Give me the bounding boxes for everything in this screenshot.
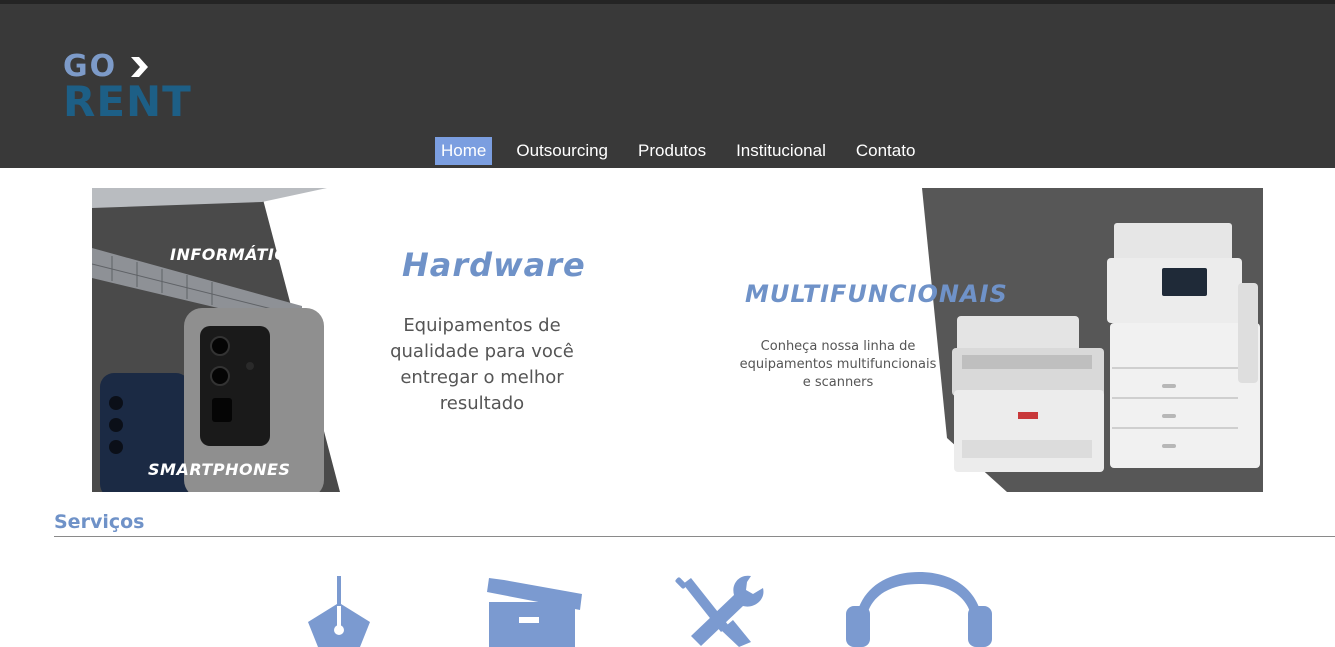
hardware-line-1: Equipamentos de xyxy=(403,315,561,336)
logo-text-rent: RENT xyxy=(63,77,192,126)
nav-item-contato[interactable]: Contato xyxy=(850,137,922,165)
phone-blue-lens-2 xyxy=(109,418,123,432)
section-divider xyxy=(54,536,1335,537)
hardware-line-3: entregar o melhor xyxy=(400,367,564,388)
nav-item-home[interactable]: Home xyxy=(435,137,493,165)
printer-large xyxy=(1107,223,1260,468)
gorent-logo[interactable]: GO RENT xyxy=(63,50,203,126)
nav-item-produtos[interactable]: Produtos xyxy=(632,137,712,165)
banner-title-hardware: Hardware xyxy=(402,246,586,284)
banner-title-multifuncionais: MULTIFUNCIONAIS xyxy=(745,280,1008,308)
tools-icon[interactable] xyxy=(669,570,769,647)
site-header: GO RENT Home Outsourcing Produtos Instit… xyxy=(0,0,1335,168)
banner-artwork xyxy=(92,188,1263,492)
flash xyxy=(246,362,254,370)
banner-label-informatica: INFORMÁTICA xyxy=(170,245,300,264)
nav-item-outsourcing[interactable]: Outsourcing xyxy=(510,137,614,165)
banner-body-hardware: Equipamentos de qualidade para você entr… xyxy=(372,313,592,417)
hero-banner[interactable]: INFORMÁTICA SMARTPHONES Hardware Equipam… xyxy=(92,188,1263,492)
lens-2 xyxy=(210,366,230,386)
lens-3 xyxy=(212,398,232,422)
multi-line-3: e scanners xyxy=(802,375,874,390)
hardware-line-4: resultado xyxy=(439,393,525,414)
main-nav: Home Outsourcing Produtos Institucional … xyxy=(435,137,921,165)
multi-line-2: equipamentos multifuncionais xyxy=(739,357,937,372)
section-title-servicos: Serviços xyxy=(54,511,145,533)
headset-icon[interactable] xyxy=(845,570,993,647)
nav-item-institucional[interactable]: Institucional xyxy=(730,137,832,165)
banner-body-multifuncionais: Conheça nossa linha de equipamentos mult… xyxy=(732,338,944,392)
hardware-line-2: qualidade para você xyxy=(390,341,574,362)
phone-blue-lens-3 xyxy=(109,440,123,454)
pen-nib-icon[interactable] xyxy=(304,570,374,647)
chevron-right-icon xyxy=(131,57,148,77)
header-top-border xyxy=(0,0,1335,4)
banner-label-smartphones: SMARTPHONES xyxy=(148,460,291,479)
multi-line-1: Conheça nossa linha de xyxy=(760,339,916,354)
lens-1 xyxy=(210,336,230,356)
box-icon[interactable] xyxy=(486,570,584,647)
phone-blue-lens-1 xyxy=(109,396,123,410)
